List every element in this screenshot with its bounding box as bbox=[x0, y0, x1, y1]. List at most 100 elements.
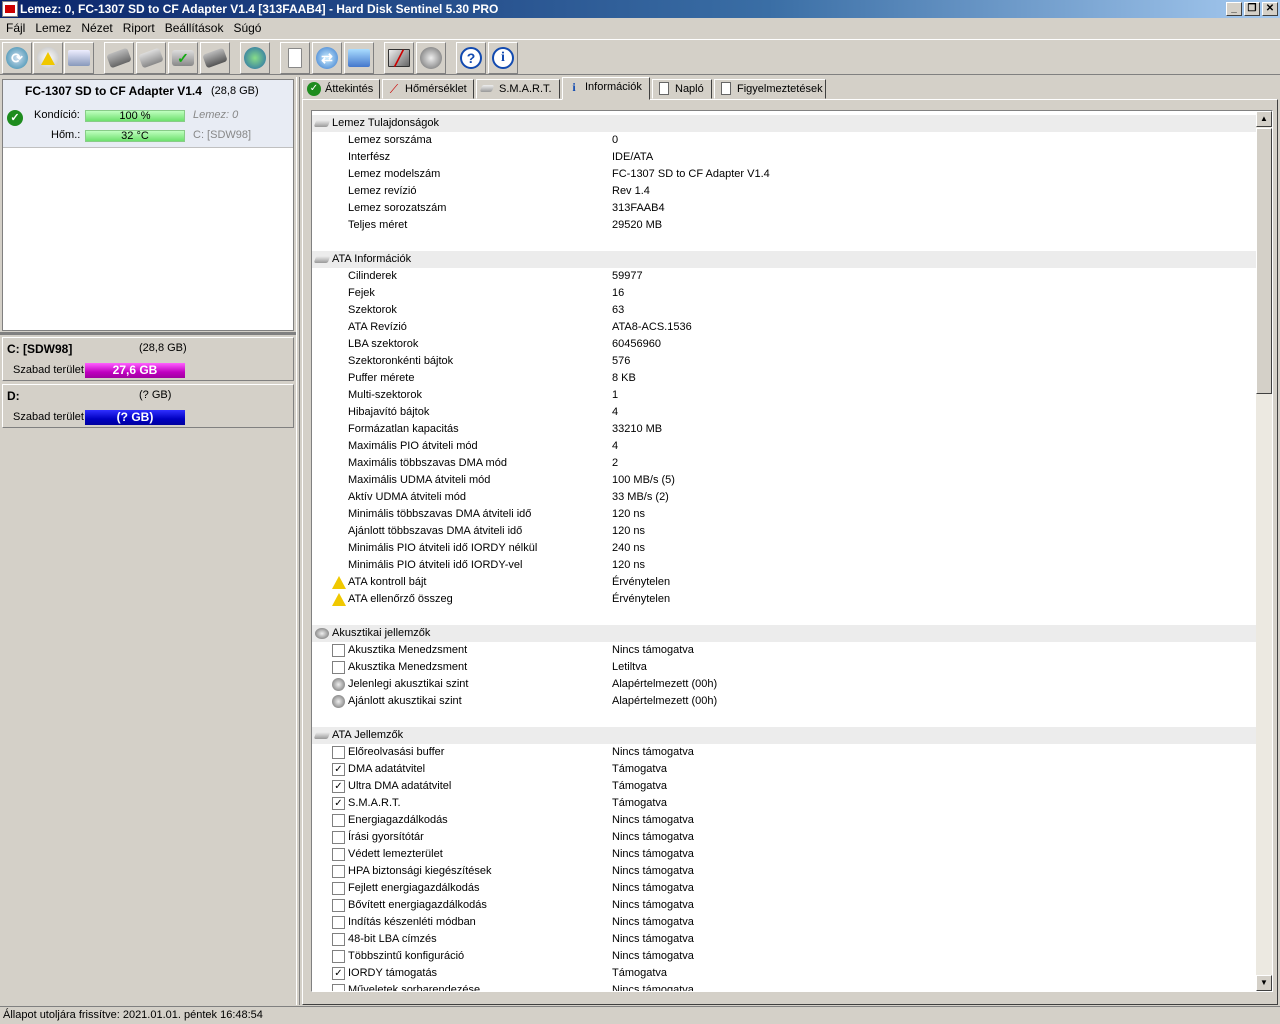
info-row: Formázatlan kapacitás 33210 MB bbox=[312, 421, 1256, 438]
vertical-scrollbar[interactable]: ▲ ▼ bbox=[1256, 111, 1272, 991]
acoustic-button[interactable] bbox=[416, 42, 446, 74]
row-value: Támogatva bbox=[612, 797, 668, 809]
toolbar: ⟳ ✓ ⇄ ╱ ? i bbox=[0, 39, 1280, 75]
row-value: 59977 bbox=[612, 270, 643, 282]
row-value: 0 bbox=[612, 134, 619, 146]
disk-button[interactable] bbox=[64, 42, 94, 74]
monitor-icon: ╱ bbox=[388, 49, 410, 67]
about-button[interactable]: i bbox=[488, 42, 518, 74]
section-title: ATA Jellemzők bbox=[332, 729, 404, 741]
menu-disk[interactable]: Lemez bbox=[30, 19, 76, 38]
network-button[interactable] bbox=[344, 42, 374, 74]
report-button[interactable] bbox=[280, 42, 310, 74]
info-row: Interfész IDE/ATA bbox=[312, 149, 1256, 166]
row-label: Maximális UDMA átviteli mód bbox=[348, 474, 491, 486]
sync-icon: ⇄ bbox=[316, 47, 338, 69]
partition-name: C: [SDW98] bbox=[7, 342, 73, 356]
disk-entry[interactable]: FC-1307 SD to CF Adapter V1.4 (28,8 GB) … bbox=[3, 80, 293, 148]
row-value: Rev 1.4 bbox=[612, 185, 650, 197]
partition-name: D: bbox=[7, 389, 20, 403]
menu-view[interactable]: Nézet bbox=[76, 19, 117, 38]
tab-temperature[interactable]: ⟋ Hőmérséklet bbox=[382, 79, 474, 99]
info-row: ATA Revízió ATA8-ACS.1536 bbox=[312, 319, 1256, 336]
menu-report[interactable]: Riport bbox=[118, 19, 160, 38]
menu-settings[interactable]: Beállítások bbox=[160, 19, 229, 38]
log-icon bbox=[659, 82, 669, 95]
checked-checkbox-icon: ✓ bbox=[332, 967, 345, 980]
free-space-label: Szabad terület bbox=[13, 364, 84, 376]
tab-log[interactable]: Napló bbox=[652, 79, 712, 99]
window-title: Lemez: 0, FC-1307 SD to CF Adapter V1.4 … bbox=[20, 2, 499, 16]
row-value: Támogatva bbox=[612, 967, 668, 979]
disk-list[interactable]: FC-1307 SD to CF Adapter V1.4 (28,8 GB) … bbox=[2, 79, 294, 331]
alerts-button[interactable] bbox=[33, 42, 63, 74]
menu-help[interactable]: Súgó bbox=[228, 19, 266, 38]
row-value: FC-1307 SD to CF Adapter V1.4 bbox=[612, 168, 770, 180]
row-label: HPA biztonsági kiegészítések bbox=[348, 865, 492, 877]
menu-bar: Fájl Lemez Nézet Riport Beállítások Súgó bbox=[0, 19, 1280, 38]
sync-button[interactable]: ⇄ bbox=[312, 42, 342, 74]
row-label: Maximális többszavas DMA mód bbox=[348, 457, 507, 469]
info-list[interactable]: Lemez Tulajdonságok Lemez sorszáma 0 Interf… bbox=[311, 110, 1273, 992]
row-label: Akusztika Menedzsment bbox=[348, 644, 468, 656]
info-row: Fejlett energiagazdálkodás Nincs támogatv… bbox=[312, 880, 1256, 897]
disk-tool-2-button[interactable] bbox=[136, 42, 166, 74]
scroll-up-button[interactable]: ▲ bbox=[1256, 111, 1272, 127]
disk-tool-1-button[interactable] bbox=[104, 42, 134, 74]
scroll-thumb[interactable] bbox=[1256, 128, 1272, 394]
info-row: Cilinderek 59977 bbox=[312, 268, 1256, 285]
info-row: Aktív UDMA átviteli mód 33 MB/s (2) bbox=[312, 489, 1256, 506]
scroll-down-button[interactable]: ▼ bbox=[1256, 975, 1272, 991]
tab-label: Információk bbox=[585, 81, 642, 93]
warning-icon bbox=[332, 576, 346, 589]
row-label: Minimális PIO átviteli idő IORDY nélkül bbox=[348, 542, 538, 554]
maximize-button[interactable]: ❐ bbox=[1244, 2, 1260, 16]
tab-smart[interactable]: S.M.A.R.T. bbox=[476, 79, 560, 99]
close-button[interactable]: ✕ bbox=[1262, 2, 1278, 16]
row-value: 8 KB bbox=[612, 372, 636, 384]
thermometer-icon: ⟋ bbox=[389, 82, 399, 96]
row-value: 63 bbox=[612, 304, 625, 316]
partition-size: (28,8 GB) bbox=[139, 342, 187, 354]
speaker-icon bbox=[420, 47, 442, 69]
warning-triangle-icon bbox=[41, 51, 55, 65]
row-label: Előreolvasási buffer bbox=[348, 746, 445, 758]
partition-c[interactable]: C: [SDW98] (28,8 GB) Szabad terület 27,6… bbox=[2, 337, 294, 381]
unchecked-checkbox-icon bbox=[332, 865, 345, 878]
row-label: Hibajavító bájtok bbox=[348, 406, 430, 418]
help-button[interactable]: ? bbox=[456, 42, 486, 74]
temperature-bar: 32 °C bbox=[85, 130, 185, 142]
row-label: Jelenlegi akusztikai szint bbox=[348, 678, 469, 690]
tab-alerts[interactable]: Figyelmeztetések bbox=[714, 79, 826, 99]
partition-d[interactable]: D: (? GB) Szabad terület (? GB) bbox=[2, 384, 294, 428]
disk-icon bbox=[68, 50, 90, 66]
row-label: Ajánlott akusztikai szint bbox=[348, 695, 462, 707]
info-row: Írási gyorsítótár Nincs támogatva bbox=[312, 829, 1256, 846]
row-value: Érvénytelen bbox=[612, 593, 671, 605]
row-value: Nincs támogatva bbox=[612, 916, 694, 928]
unchecked-checkbox-icon bbox=[332, 882, 345, 895]
menu-file[interactable]: Fájl bbox=[1, 19, 30, 38]
tab-information[interactable]: i Információk bbox=[562, 77, 650, 100]
refresh-button[interactable]: ⟳ bbox=[2, 42, 32, 74]
panel-splitter[interactable] bbox=[0, 332, 296, 335]
row-value: 1 bbox=[612, 389, 619, 401]
monitor-button[interactable]: ╱ bbox=[384, 42, 414, 74]
disk-check-button[interactable]: ✓ bbox=[168, 42, 198, 74]
row-label: ATA ellenőrző összeg bbox=[348, 593, 453, 605]
tab-overview[interactable]: ✓ Áttekintés bbox=[302, 79, 380, 99]
row-value: Nincs támogatva bbox=[612, 746, 694, 758]
row-value: 33 MB/s (2) bbox=[612, 491, 669, 503]
app-icon[interactable] bbox=[2, 1, 18, 17]
vertical-splitter[interactable] bbox=[296, 77, 300, 1005]
minimize-button[interactable]: _ bbox=[1226, 2, 1242, 16]
checked-checkbox-icon: ✓ bbox=[332, 763, 345, 776]
info-row: ATA ellenőrző összeg Érvénytelen bbox=[312, 591, 1256, 608]
row-value: Nincs támogatva bbox=[612, 882, 694, 894]
web-button[interactable] bbox=[240, 42, 270, 74]
row-label: Minimális többszavas DMA átviteli idő bbox=[348, 508, 532, 520]
row-value: 4 bbox=[612, 406, 619, 418]
disk-tool-3-button[interactable] bbox=[200, 42, 230, 74]
row-value: 313FAAB4 bbox=[612, 202, 665, 214]
row-label: ATA kontroll bájt bbox=[348, 576, 427, 588]
